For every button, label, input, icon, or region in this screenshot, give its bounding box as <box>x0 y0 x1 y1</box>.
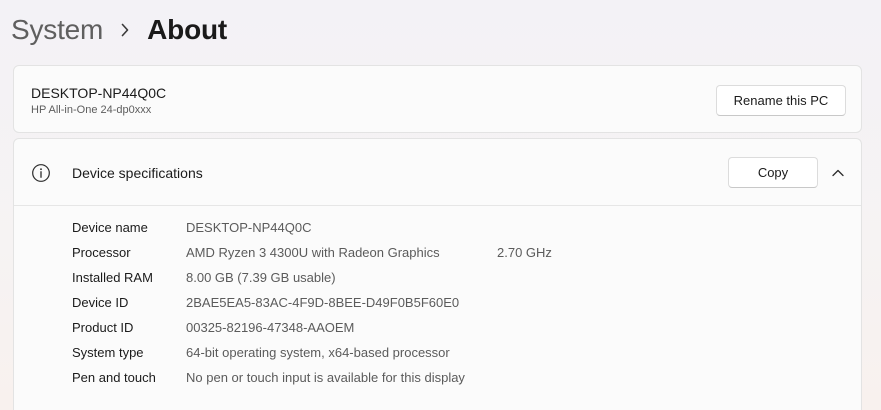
processor-speed: 2.70 GHz <box>497 245 552 260</box>
device-specifications-header[interactable]: Device specifications Copy <box>14 139 861 206</box>
pc-model: HP All-in-One 24-dp0xxx <box>31 104 152 116</box>
spec-label: Product ID <box>72 320 134 335</box>
spec-label: Processor <box>72 245 131 260</box>
breadcrumb: System About <box>11 10 227 50</box>
spec-value: No pen or touch input is available for t… <box>186 370 465 385</box>
spec-value: 00325-82196-47348-AAOEM <box>186 320 355 335</box>
chevron-up-icon[interactable] <box>830 165 846 181</box>
spec-label: Device ID <box>72 295 129 310</box>
spec-label: Device name <box>72 220 148 235</box>
pc-name-card: DESKTOP-NP44Q0C HP All-in-One 24-dp0xxx … <box>13 65 862 133</box>
device-specifications-title: Device specifications <box>72 165 203 181</box>
device-specifications-card: Device specifications Copy Device name D… <box>13 138 862 410</box>
spec-label: System type <box>72 345 144 360</box>
breadcrumb-system-link[interactable]: System <box>11 14 103 46</box>
spec-label: Pen and touch <box>72 370 156 385</box>
spec-label: Installed RAM <box>72 270 153 285</box>
chevron-right-icon <box>103 10 147 50</box>
page-title: About <box>147 14 228 45</box>
spec-value: DESKTOP-NP44Q0C <box>186 220 312 235</box>
spec-value: 8.00 GB (7.39 GB usable) <box>186 270 336 285</box>
spec-value: 2BAE5EA5-83AC-4F9D-8BEE-D49F0B5F60E0 <box>186 295 460 310</box>
info-icon <box>31 163 51 183</box>
rename-pc-button[interactable]: Rename this PC <box>716 85 846 116</box>
pc-name: DESKTOP-NP44Q0C <box>31 85 167 101</box>
spec-value: AMD Ryzen 3 4300U with Radeon Graphics <box>186 245 440 260</box>
spec-value: 64-bit operating system, x64-based proce… <box>186 345 450 360</box>
copy-button[interactable]: Copy <box>728 157 818 188</box>
